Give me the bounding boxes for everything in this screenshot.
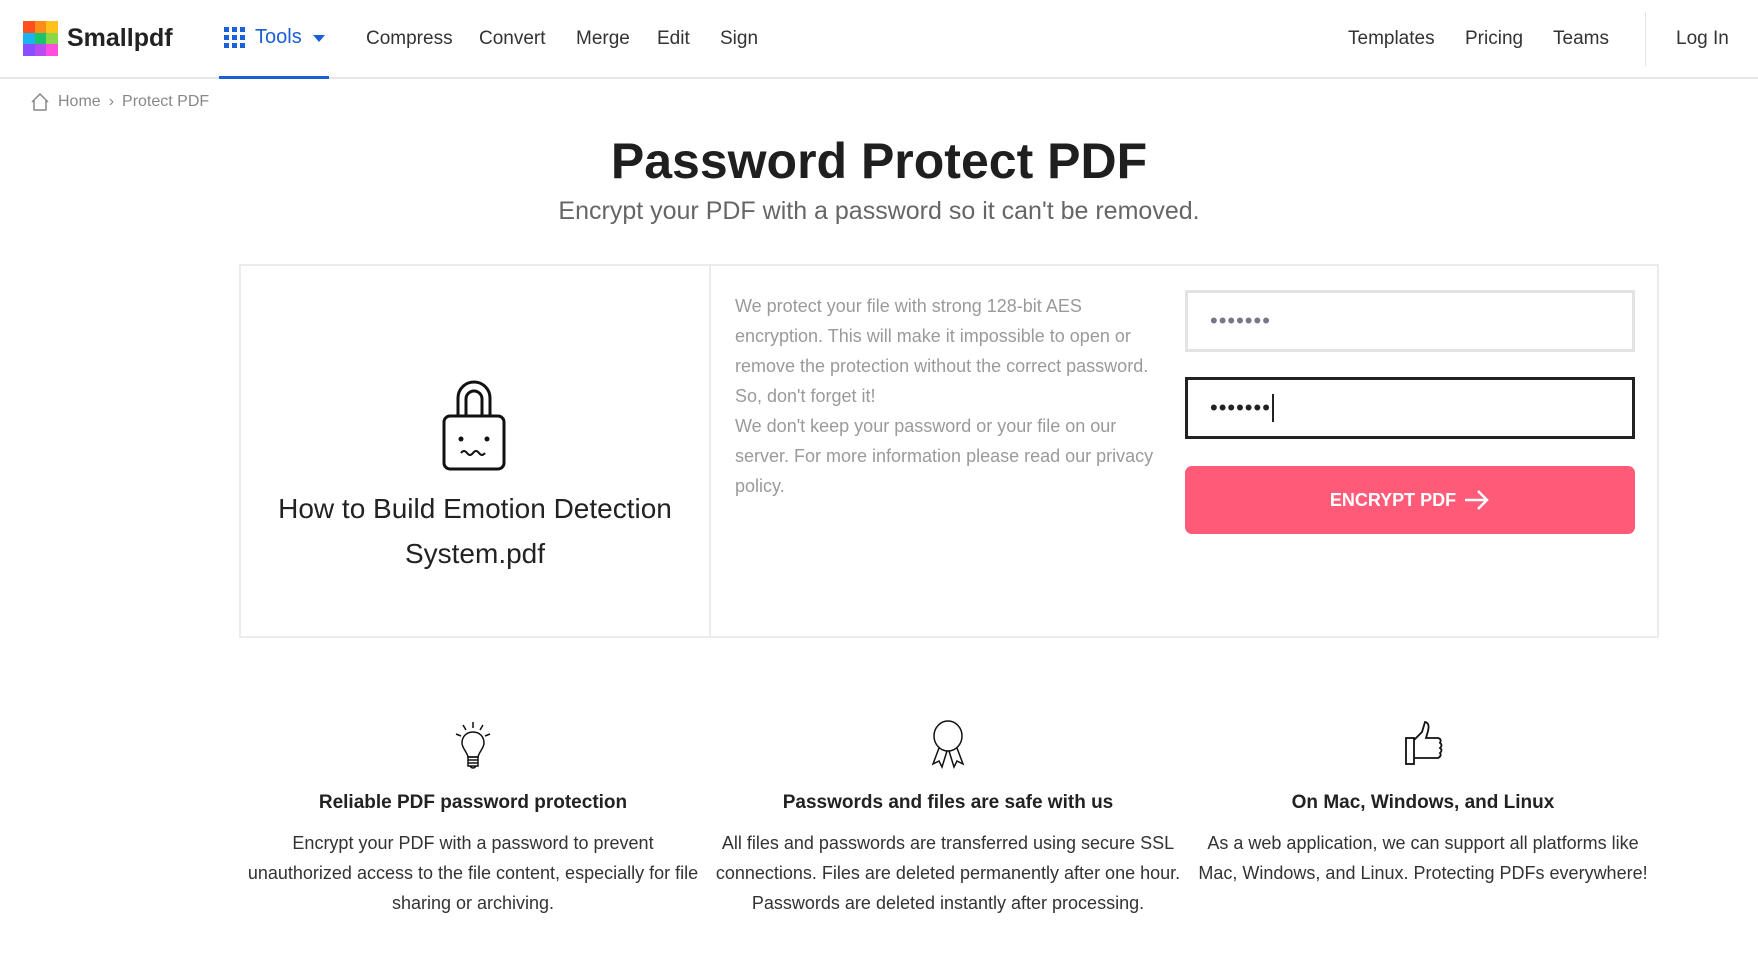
thumbs-up-icon bbox=[1405, 720, 1443, 765]
smallpdf-logo-icon[interactable] bbox=[23, 21, 58, 56]
nav-pricing[interactable]: Pricing bbox=[1465, 28, 1523, 50]
award-ribbon-icon bbox=[931, 720, 965, 769]
breadcrumb-home[interactable]: Home bbox=[58, 93, 101, 111]
home-icon[interactable] bbox=[30, 92, 50, 112]
page-subtitle: Encrypt your PDF with a password so it c… bbox=[558, 197, 1200, 225]
file-name: How to Build Emotion Detection System.pd… bbox=[241, 486, 709, 576]
nav-edit[interactable]: Edit bbox=[657, 28, 690, 50]
feature-title: Reliable PDF password protection bbox=[318, 792, 628, 813]
sad-lock-icon bbox=[442, 380, 506, 471]
login-link[interactable]: Log In bbox=[1676, 28, 1729, 50]
page-title: Password Protect PDF bbox=[610, 133, 1148, 189]
nav-convert[interactable]: Convert bbox=[479, 28, 546, 50]
nav-compress[interactable]: Compress bbox=[366, 28, 453, 50]
confirm-password-input[interactable]: ••••••• bbox=[1185, 377, 1635, 439]
nav-teams[interactable]: Teams bbox=[1553, 28, 1609, 50]
encrypt-button-label: ENCRYPT PDF bbox=[1329, 489, 1457, 510]
feature-platforms: On Mac, Windows, and Linux As a web appl… bbox=[1188, 720, 1658, 888]
nav-divider bbox=[1645, 12, 1646, 66]
text-caret bbox=[1271, 394, 1274, 422]
file-name-line1: How to Build Emotion Detection bbox=[278, 493, 672, 524]
feature-text: Encrypt your PDF with a password to prev… bbox=[247, 833, 699, 913]
tools-menu-button[interactable]: Tools bbox=[224, 26, 326, 49]
password-value: ••••••• bbox=[1210, 308, 1271, 333]
feature-text: As a web application, we can support all… bbox=[1198, 833, 1648, 883]
file-name-line2: System.pdf bbox=[404, 538, 546, 569]
info-paragraph-1: We protect your file with strong 128-bit… bbox=[735, 296, 1149, 406]
breadcrumb-current: Protect PDF bbox=[122, 93, 210, 110]
feature-safe: Passwords and files are safe with us All… bbox=[713, 720, 1183, 918]
panel-divider bbox=[709, 266, 711, 636]
apps-grid-icon bbox=[224, 27, 245, 48]
password-input[interactable]: ••••••• bbox=[1185, 290, 1635, 352]
feature-text: All files and passwords are transferred … bbox=[715, 833, 1181, 913]
info-paragraph-2: We don't keep your password or your file… bbox=[735, 416, 1154, 496]
nav-sign[interactable]: Sign bbox=[720, 28, 758, 50]
confirm-password-value: ••••••• bbox=[1210, 395, 1271, 420]
feature-title: Passwords and files are safe with us bbox=[782, 792, 1114, 813]
lightbulb-icon bbox=[455, 722, 491, 769]
breadcrumb: Home › Protect PDF bbox=[30, 92, 209, 112]
tools-label: Tools bbox=[255, 26, 302, 48]
top-nav: Smallpdf Tools Compress Convert Merge Ed… bbox=[0, 0, 1758, 79]
breadcrumb-separator: › bbox=[108, 93, 115, 110]
arrow-right-icon bbox=[1465, 490, 1489, 510]
feature-reliable: Reliable PDF password protection Encrypt… bbox=[238, 720, 708, 918]
protect-panel: How to Build Emotion Detection System.pd… bbox=[239, 264, 1659, 638]
feature-title: On Mac, Windows, and Linux bbox=[1291, 792, 1555, 813]
encrypt-pdf-button[interactable]: ENCRYPT PDF bbox=[1185, 466, 1635, 534]
caret-down-icon bbox=[312, 34, 325, 42]
active-tab-indicator bbox=[219, 76, 329, 79]
brand-name[interactable]: Smallpdf bbox=[67, 24, 173, 53]
encryption-info: We protect your file with strong 128-bit… bbox=[735, 291, 1160, 501]
nav-templates[interactable]: Templates bbox=[1348, 28, 1435, 50]
nav-merge[interactable]: Merge bbox=[576, 28, 630, 50]
